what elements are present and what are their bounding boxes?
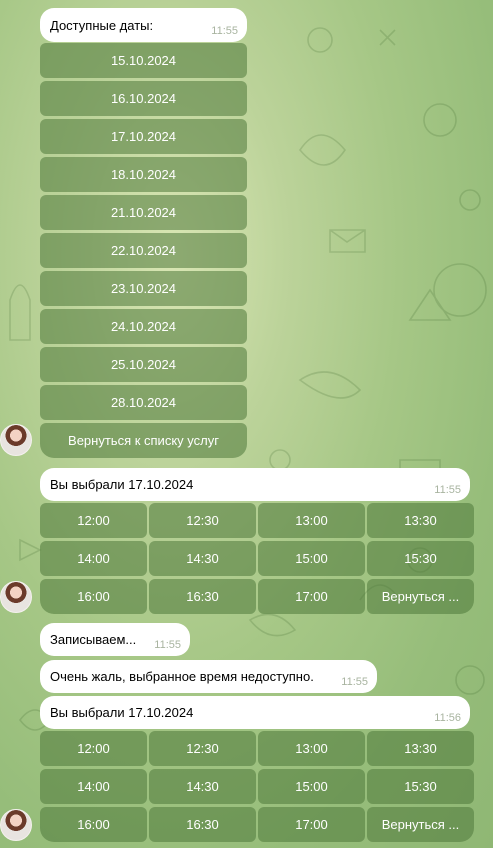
date-button[interactable]: 28.10.2024 xyxy=(40,385,247,420)
time-slot-button[interactable]: 16:00 xyxy=(40,807,147,842)
date-button[interactable]: 17.10.2024 xyxy=(40,119,247,154)
time-slot-button[interactable]: 15:00 xyxy=(258,541,365,576)
date-button[interactable]: 22.10.2024 xyxy=(40,233,247,268)
date-button[interactable]: 15.10.2024 xyxy=(40,43,247,78)
time-slot-button[interactable]: 17:00 xyxy=(258,579,365,614)
time-slot-button[interactable]: 13:00 xyxy=(258,731,365,766)
time-slot-button[interactable]: 14:00 xyxy=(40,769,147,804)
message-bubble-chosen-date: Вы выбрали 17.10.2024 11:55 xyxy=(40,468,470,501)
time-slot-button[interactable]: 14:00 xyxy=(40,541,147,576)
time-slot-button[interactable]: 15:00 xyxy=(258,769,365,804)
time-slot-button[interactable]: 13:30 xyxy=(367,503,474,538)
message-time: 11:55 xyxy=(341,676,368,688)
bot-avatar-icon[interactable] xyxy=(0,424,32,456)
back-button[interactable]: Вернуться ... xyxy=(367,807,474,842)
date-button[interactable]: 16.10.2024 xyxy=(40,81,247,116)
time-slot-button[interactable]: 12:00 xyxy=(40,731,147,766)
date-button[interactable]: 18.10.2024 xyxy=(40,157,247,192)
date-button[interactable]: 23.10.2024 xyxy=(40,271,247,306)
message-text: Записываем... xyxy=(50,632,137,647)
message-text: Очень жаль, выбранное время недоступно. xyxy=(50,669,314,684)
time-slot-button[interactable]: 15:30 xyxy=(367,541,474,576)
message-bubble-chosen-date: Вы выбрали 17.10.2024 11:56 xyxy=(40,696,470,729)
time-slot-button[interactable]: 14:30 xyxy=(149,541,256,576)
bot-avatar-icon[interactable] xyxy=(0,809,32,841)
time-slot-button[interactable]: 12:00 xyxy=(40,503,147,538)
bot-avatar-icon[interactable] xyxy=(0,581,32,613)
time-slot-button[interactable]: 15:30 xyxy=(367,769,474,804)
message-time: 11:56 xyxy=(434,712,461,724)
time-slot-button[interactable]: 16:30 xyxy=(149,579,256,614)
time-slot-button[interactable]: 12:30 xyxy=(149,503,256,538)
date-button[interactable]: 25.10.2024 xyxy=(40,347,247,382)
time-slot-button[interactable]: 12:30 xyxy=(149,731,256,766)
time-slot-button[interactable]: 13:30 xyxy=(367,731,474,766)
message-text: Вы выбрали 17.10.2024 xyxy=(50,705,194,720)
message-bubble-unavailable: Очень жаль, выбранное время недоступно. … xyxy=(40,660,377,693)
message-time: 11:55 xyxy=(154,639,181,651)
time-slot-button[interactable]: 13:00 xyxy=(258,503,365,538)
time-slot-button[interactable]: 16:30 xyxy=(149,807,256,842)
back-button[interactable]: Вернуться ... xyxy=(367,579,474,614)
time-slot-button[interactable]: 14:30 xyxy=(149,769,256,804)
date-button[interactable]: 21.10.2024 xyxy=(40,195,247,230)
message-text: Вы выбрали 17.10.2024 xyxy=(50,477,194,492)
time-slot-button[interactable]: 16:00 xyxy=(40,579,147,614)
date-button[interactable]: 24.10.2024 xyxy=(40,309,247,344)
message-time: 11:55 xyxy=(211,25,238,37)
message-time: 11:55 xyxy=(434,484,461,496)
time-slot-button[interactable]: 17:00 xyxy=(258,807,365,842)
message-bubble-booking: Записываем... 11:55 xyxy=(40,623,190,656)
message-bubble-dates: Доступные даты: 11:55 xyxy=(40,8,247,42)
message-text: Доступные даты: xyxy=(50,17,154,33)
back-to-services-button[interactable]: Вернуться к списку услуг xyxy=(40,423,247,458)
